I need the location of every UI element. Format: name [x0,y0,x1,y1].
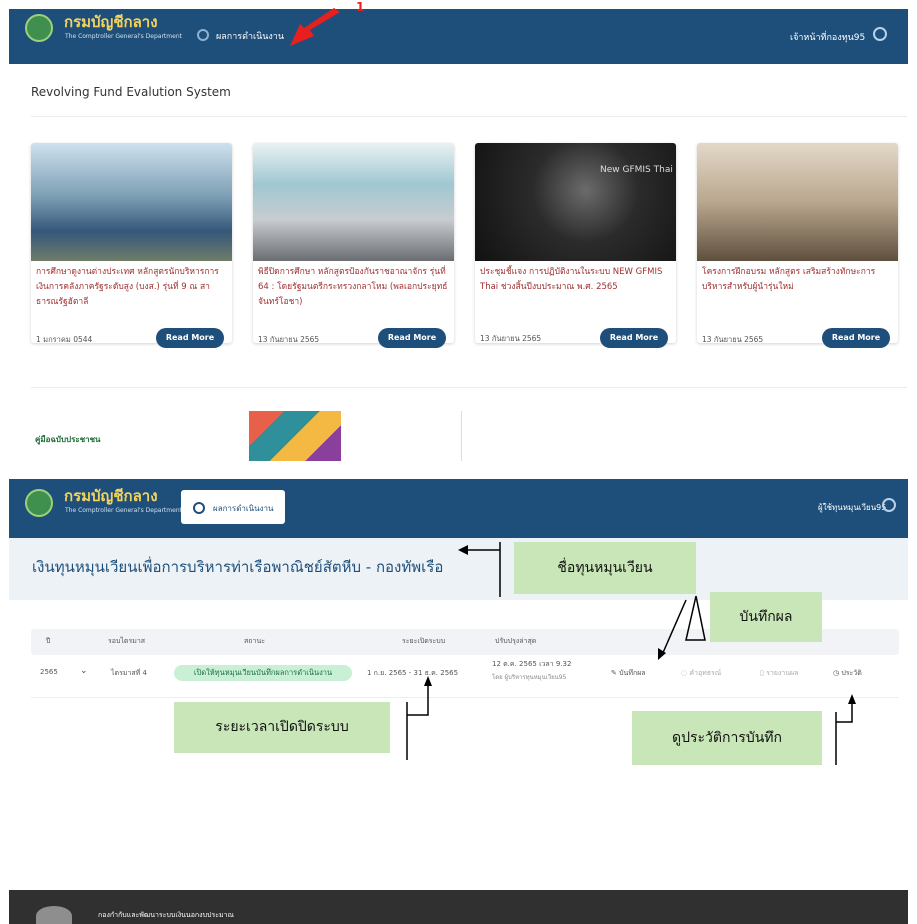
page: กรมบัญชีกลาง The Comptroller General's D… [0,0,917,924]
footer-logo [36,906,72,924]
annotation-arrows [406,542,856,765]
footer-text: กองกำกับและพัฒนาระบบเงินนอกงบประมาณ [98,911,235,919]
